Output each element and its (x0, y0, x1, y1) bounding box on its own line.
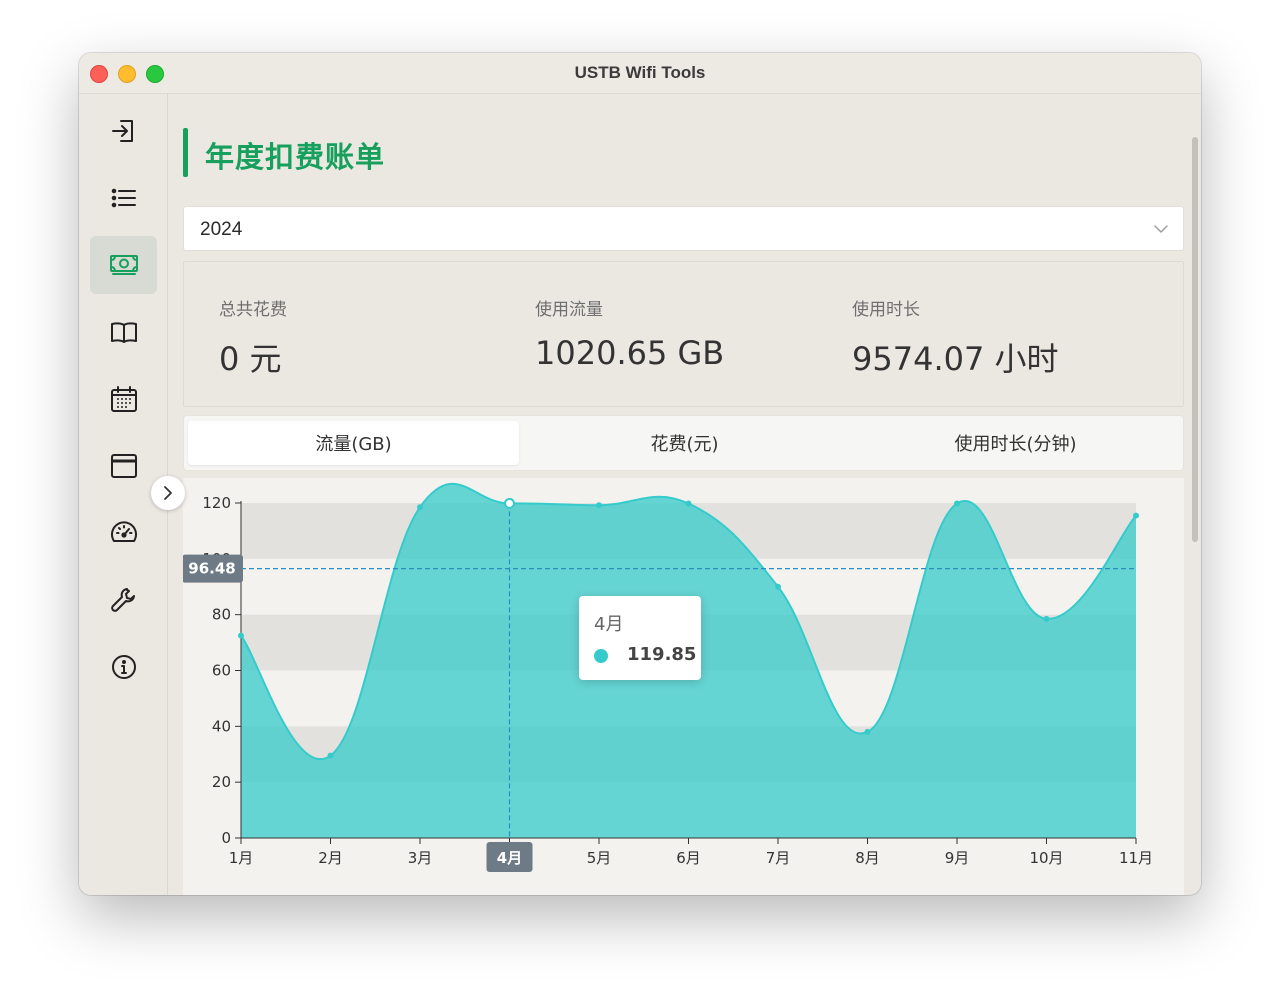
x-tick-label: 2月 (318, 849, 343, 867)
sidebar-item-calendar[interactable] (90, 370, 157, 428)
data-point (1133, 512, 1139, 519)
login-icon (111, 120, 133, 142)
data-point (685, 500, 692, 507)
crosshair-y-label: 96.48 (188, 560, 235, 578)
x-tick-label: 9月 (945, 849, 970, 867)
y-tick-label: 60 (212, 662, 231, 680)
sidebar-item-list[interactable] (90, 169, 157, 227)
app-window: USTB Wifi Tools 年度扣费账单 2024 总共花费 0 元 使用流… (79, 53, 1201, 895)
x-tick-label: 11月 (1119, 849, 1153, 867)
list-icon (111, 188, 136, 208)
sidebar-item-about[interactable] (90, 638, 157, 696)
wrench-icon (110, 588, 135, 612)
sidebar-item-tools[interactable] (90, 571, 157, 629)
year-select[interactable]: 2024 (183, 206, 1184, 251)
chevron-right-icon (164, 486, 172, 500)
data-point (1043, 615, 1050, 622)
sidebar-item-speedtest[interactable] (90, 504, 157, 562)
stat-label: 总共花费 (219, 300, 287, 320)
traffic-area-chart[interactable]: 0204060801001201月2月3月5月6月7月8月9月10月11月96.… (183, 478, 1184, 895)
year-select-value: 2024 (200, 219, 243, 240)
data-point (596, 502, 602, 509)
data-point (775, 583, 781, 590)
x-tick-label: 8月 (855, 849, 880, 867)
title-accent-bar (183, 128, 188, 177)
scrollbar[interactable] (1187, 94, 1201, 895)
x-tick-label: 6月 (676, 849, 701, 867)
money-icon (109, 255, 138, 275)
data-point (864, 728, 871, 735)
data-point (954, 500, 960, 507)
calendar-icon (110, 386, 137, 412)
x-tick-label: 3月 (408, 849, 433, 867)
chart-tabs: 流量(GB) 花费(元) 使用时长(分钟) (183, 415, 1184, 471)
stat-label: 使用时长 (852, 300, 920, 320)
x-tick-label: 10月 (1029, 849, 1063, 867)
y-tick-label: 20 (212, 773, 231, 791)
sidebar-item-login[interactable] (90, 102, 157, 160)
x-tick-label: 5月 (587, 849, 612, 867)
sidebar-item-billing[interactable] (90, 236, 157, 294)
page-title: 年度扣费账单 (205, 140, 386, 174)
book-icon (110, 322, 137, 343)
x-tick-label: 7月 (766, 849, 791, 867)
stat-value: 1020.65 GB (535, 334, 725, 372)
window-title: USTB Wifi Tools (574, 63, 706, 82)
sidebar-item-window[interactable] (90, 437, 157, 495)
tab-traffic[interactable]: 流量(GB) (188, 421, 519, 465)
y-tick-label: 120 (202, 494, 231, 512)
tab-duration[interactable]: 使用时长(分钟) (850, 421, 1181, 465)
x-tick-label: 1月 (229, 849, 254, 867)
tab-cost[interactable]: 花费(元) (519, 421, 850, 465)
y-tick-label: 0 (221, 829, 231, 847)
scrollbar-thumb[interactable] (1192, 137, 1198, 542)
stat-value: 0 元 (219, 340, 282, 378)
data-point-highlight (504, 497, 515, 509)
speedometer-icon (110, 521, 137, 542)
chart-panel: 0204060801001201月2月3月5月6月7月8月9月10月11月96.… (183, 478, 1184, 895)
y-tick-label: 80 (212, 606, 231, 624)
main-content: 年度扣费账单 2024 总共花费 0 元 使用流量 1020.65 GB 使用时… (168, 94, 1201, 895)
data-point (327, 752, 334, 759)
data-point (417, 504, 423, 511)
tooltip-value: 119.85 (627, 644, 697, 665)
data-point (238, 632, 244, 639)
crosshair-x-label: 4月 (497, 849, 522, 867)
chevron-down-icon (1154, 225, 1168, 233)
window-icon (110, 454, 137, 478)
stat-value: 9574.07 小时 (852, 340, 1059, 378)
info-icon (111, 655, 136, 679)
y-tick-label: 40 (212, 717, 231, 735)
stats-panel: 总共花费 0 元 使用流量 1020.65 GB 使用时长 9574.07 小时 (183, 261, 1184, 407)
sidebar-item-guide[interactable] (90, 303, 157, 361)
sidebar-toggle-button[interactable] (151, 476, 185, 510)
chart-tooltip: 4月 119.85 (579, 596, 701, 680)
stat-label: 使用流量 (535, 300, 603, 320)
title-bar: USTB Wifi Tools (79, 53, 1201, 94)
tooltip-title: 4月 (594, 614, 624, 635)
tooltip-series-dot (594, 649, 608, 663)
